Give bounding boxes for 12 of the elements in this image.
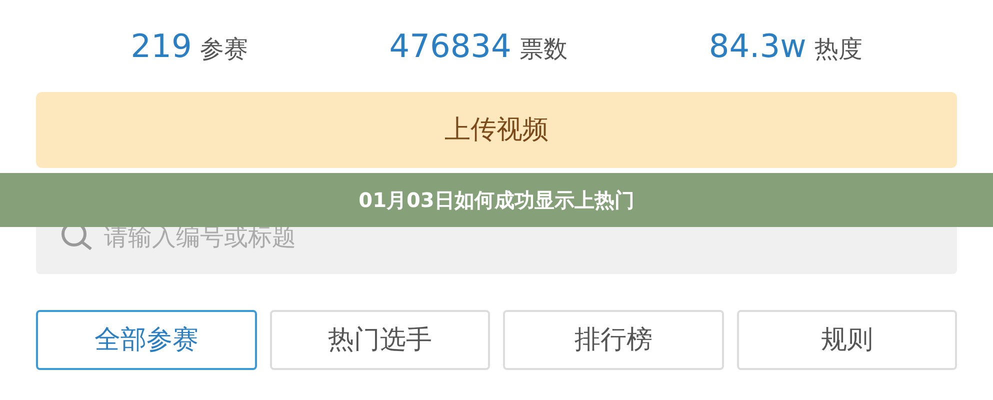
stat-label: 参赛 bbox=[200, 34, 248, 65]
tab[interactable]: 全部参赛 bbox=[36, 310, 256, 370]
stat-value: 84.3w bbox=[708, 26, 806, 67]
tab[interactable]: 热门选手 bbox=[270, 310, 490, 370]
stat-value: 476834 bbox=[389, 26, 512, 67]
stat-label: 热度 bbox=[814, 34, 862, 65]
tab[interactable]: 规则 bbox=[736, 310, 957, 370]
stat-label: 票数 bbox=[519, 34, 568, 65]
title-toast: 01月03日如何成功显示上热门 bbox=[0, 173, 993, 227]
upload-button[interactable]: 上传视频 bbox=[36, 92, 957, 168]
stat-value: 219 bbox=[130, 26, 192, 67]
tab[interactable]: 排行榜 bbox=[503, 310, 724, 370]
